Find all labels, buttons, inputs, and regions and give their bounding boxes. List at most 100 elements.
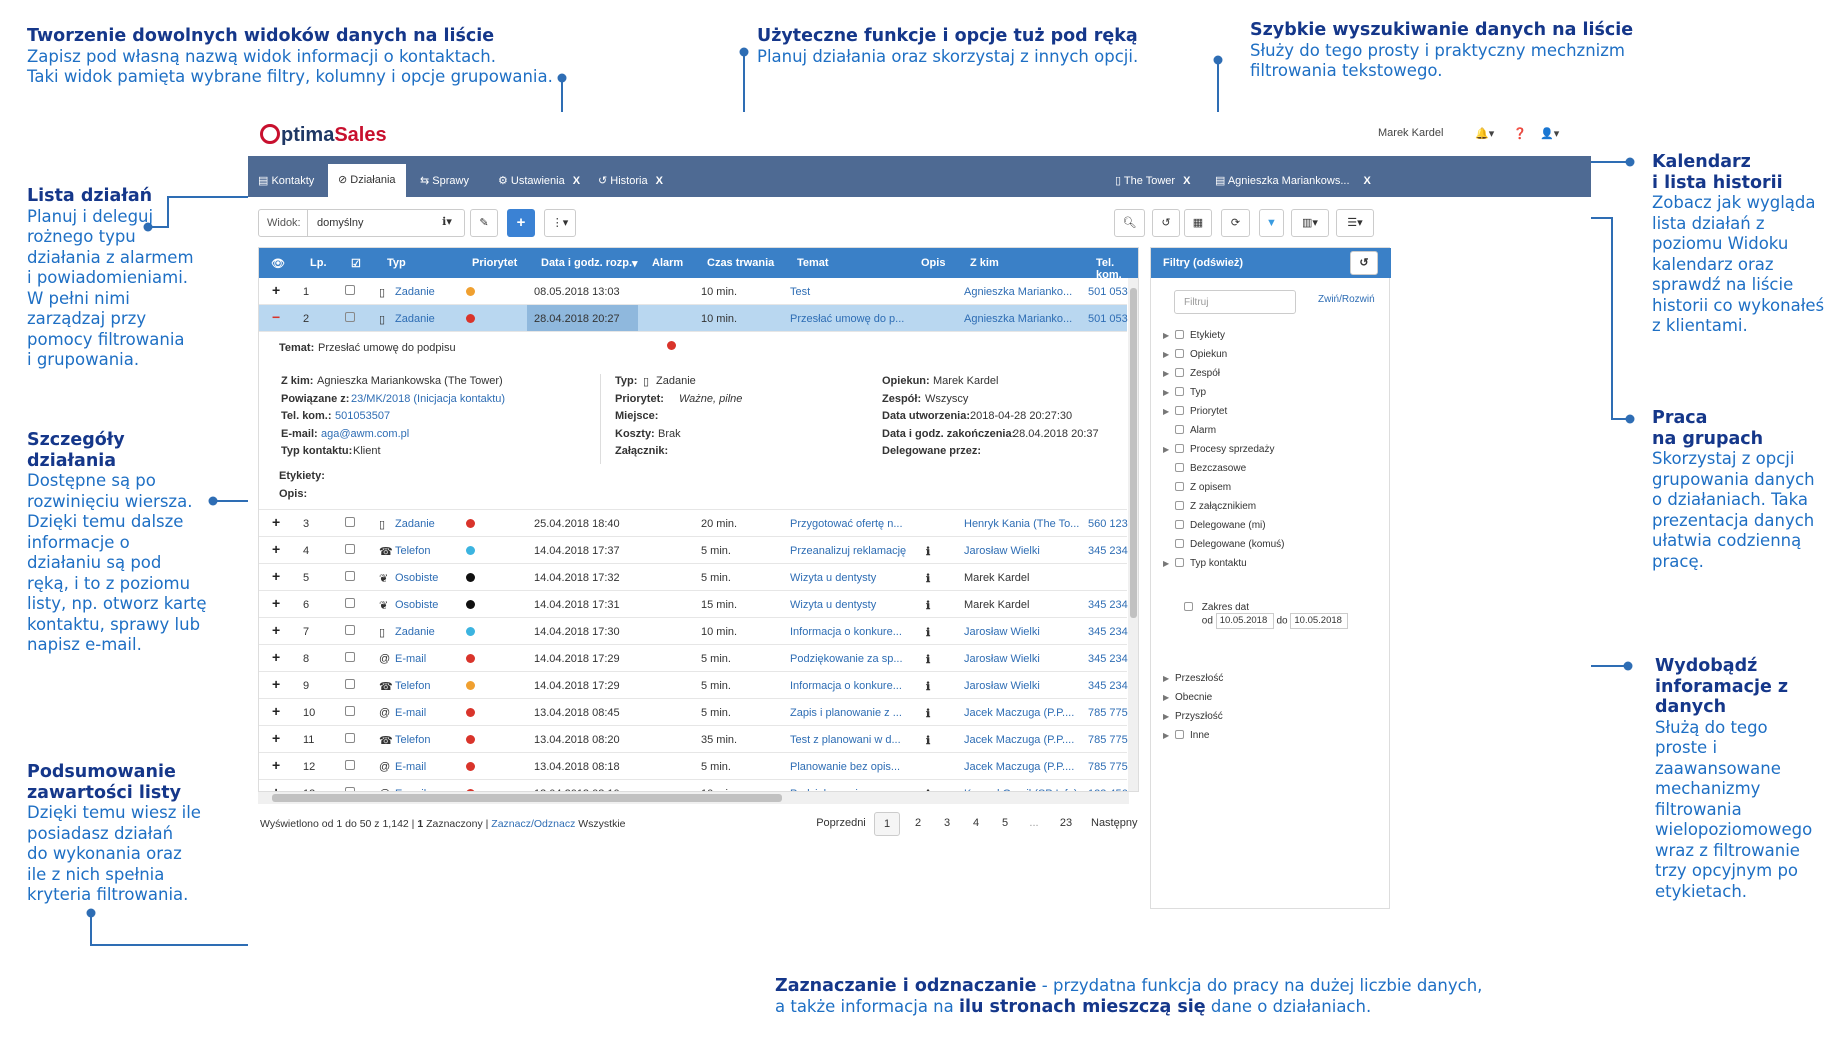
phone-cell[interactable]: 560 123	[1088, 518, 1128, 530]
col-priorytet[interactable]: Priorytet	[472, 257, 517, 269]
expand-toggle[interactable]: +	[272, 730, 280, 746]
topic-link[interactable]: Zapis i planowanie z ...	[790, 707, 902, 719]
check-all-icon[interactable]: ☑	[351, 257, 361, 270]
info-icon[interactable]: ℹ	[926, 572, 930, 585]
type-link[interactable]: Zadanie	[395, 626, 435, 638]
topic-link[interactable]: Przesłać umowę do p...	[790, 313, 904, 325]
close-icon[interactable]: X	[656, 175, 663, 187]
col-alarm[interactable]: Alarm	[652, 257, 683, 269]
col-data[interactable]: Data i godz. rozp.	[541, 257, 632, 269]
filter-checkbox[interactable]	[1175, 463, 1184, 472]
info-icon[interactable]: ℹ	[926, 545, 930, 558]
expand-toggle[interactable]: +	[272, 595, 280, 611]
pagination-page[interactable]: 2	[906, 812, 930, 836]
expand-toggle[interactable]: +	[272, 568, 280, 584]
type-link[interactable]: Telefon	[395, 680, 430, 692]
time-filter-item[interactable]: ▶ Inne	[1163, 730, 1209, 741]
row-checkbox[interactable]	[345, 760, 355, 770]
eye-icon[interactable]: 👁︎	[271, 257, 285, 270]
col-zkim[interactable]: Z kim	[970, 257, 999, 269]
contact-cell[interactable]: Jarosław Wielki	[964, 626, 1040, 638]
close-icon[interactable]: X	[1364, 175, 1371, 187]
pagination-next[interactable]: Następny	[1091, 812, 1137, 836]
contact-cell[interactable]: Jacek Maczuga (P.P....	[964, 707, 1074, 719]
tab-kontakty[interactable]: ▤ Kontakty	[248, 166, 324, 197]
pencil-icon[interactable]: ✎	[470, 209, 498, 237]
filter-checkbox[interactable]	[1175, 501, 1184, 510]
filter-item[interactable]: ▶ Procesy sprzedaży	[1163, 444, 1274, 455]
expand-arrow-icon[interactable]: ▶	[1163, 350, 1175, 359]
table-row[interactable]: +11 ☎ Telefon 13.04.2018 08:20 35 min. Test z…	[259, 726, 1128, 753]
topic-link[interactable]: Informacja o konkure...	[790, 680, 902, 692]
expand-arrow-icon[interactable]: ▶	[1163, 674, 1175, 683]
table-row[interactable]: +8 @ E-mail 14.04.2018 17:29 5 min. Podziękow…	[259, 645, 1128, 672]
detail-link[interactable]: aga@awm.com.pl	[321, 428, 409, 440]
type-link[interactable]: Zadanie	[395, 313, 435, 325]
expand-toggle[interactable]: +	[272, 784, 280, 791]
tab-historia[interactable]: ↺ Historia X	[588, 166, 673, 197]
row-checkbox[interactable]	[345, 517, 355, 527]
row-checkbox[interactable]	[345, 285, 355, 295]
row-checkbox[interactable]	[345, 706, 355, 716]
filter-item[interactable]: ▶ Typ	[1163, 387, 1206, 398]
filter-checkbox[interactable]	[1175, 482, 1184, 491]
pagination-page[interactable]: 4	[964, 812, 988, 836]
topic-link[interactable]: Podziękowanie za sp...	[790, 653, 903, 665]
col-opis[interactable]: Opis	[921, 257, 945, 269]
tab-sprawy[interactable]: ⇆ Sprawy	[410, 166, 479, 197]
filter-checkbox[interactable]	[1175, 730, 1184, 739]
options-menu-icon[interactable]: ⋮▾	[544, 209, 576, 237]
pagination-page[interactable]: 1	[874, 812, 900, 836]
row-checkbox[interactable]	[345, 312, 355, 322]
vertical-scrollbar[interactable]	[1128, 278, 1138, 791]
tab-dzialania[interactable]: ⊘ Działania	[328, 164, 406, 197]
type-link[interactable]: Zadanie	[395, 518, 435, 530]
filter-item[interactable]: ▶ Priorytet	[1163, 406, 1227, 417]
row-checkbox[interactable]	[345, 679, 355, 689]
type-link[interactable]: Telefon	[395, 545, 430, 557]
scroll-thumb[interactable]	[272, 794, 782, 802]
info-icon[interactable]: ℹ	[926, 707, 930, 720]
filter-item[interactable]: Alarm	[1163, 425, 1216, 436]
phone-cell[interactable]: 345 234	[1088, 545, 1128, 557]
phone-cell[interactable]: 345 234	[1088, 599, 1128, 611]
info-dropdown-icon[interactable]: ℹ▾	[428, 209, 466, 237]
info-icon[interactable]: ℹ	[926, 734, 930, 747]
filter-item[interactable]: Z opisem	[1163, 482, 1231, 493]
expand-toggle[interactable]: −	[272, 309, 280, 325]
add-button[interactable]: +	[507, 209, 535, 237]
filter-checkbox[interactable]	[1175, 558, 1184, 567]
type-link[interactable]: E-mail	[395, 761, 426, 773]
filter-checkbox[interactable]	[1175, 406, 1184, 415]
info-icon[interactable]: ℹ	[926, 653, 930, 666]
expand-arrow-icon[interactable]: ▶	[1163, 731, 1175, 740]
refresh-icon[interactable]: ⟳	[1221, 209, 1250, 237]
expand-toggle[interactable]: +	[272, 282, 280, 298]
columns-icon[interactable]: ▥▾	[1291, 209, 1329, 237]
tab-ustawienia[interactable]: ⚙ Ustawienia X	[488, 166, 590, 197]
filters-title[interactable]: Filtry (odśwież)	[1163, 257, 1243, 269]
filter-checkbox[interactable]	[1175, 425, 1184, 434]
help-icon[interactable]: ❓	[1513, 127, 1527, 140]
table-row[interactable]: +9 ☎ Telefon 14.04.2018 17:29 5 min. Informac…	[259, 672, 1128, 699]
filter-item[interactable]: ▶ Opiekun	[1163, 349, 1227, 360]
filter-checkbox[interactable]	[1175, 368, 1184, 377]
date-from-input[interactable]: 10.05.2018	[1215, 613, 1274, 629]
table-row[interactable]: +7 ▯ Zadanie 14.04.2018 17:30 10 min. Informa…	[259, 618, 1128, 645]
close-icon[interactable]: X	[573, 175, 580, 187]
row-checkbox[interactable]	[345, 733, 355, 743]
topic-link[interactable]: Wizyta u dentysty	[790, 599, 876, 611]
group-list-icon[interactable]: ☰▾	[1336, 209, 1374, 237]
filter-search-input[interactable]: Filtruj	[1174, 290, 1296, 314]
filter-checkbox[interactable]	[1175, 330, 1184, 339]
phone-cell[interactable]: 501 053	[1088, 313, 1128, 325]
reset-icon[interactable]: ↺	[1350, 251, 1378, 275]
filter-item[interactable]: ▶ Zespół	[1163, 368, 1220, 379]
type-link[interactable]: Osobiste	[395, 599, 438, 611]
phone-cell[interactable]: 345 234	[1088, 680, 1128, 692]
tab-the-tower[interactable]: ▯ The Tower X	[1105, 166, 1200, 197]
phone-cell[interactable]: 501 053	[1088, 286, 1128, 298]
pagination-page[interactable]: 5	[993, 812, 1017, 836]
contact-cell[interactable]: Jarosław Wielki	[964, 653, 1040, 665]
table-row[interactable]: +13@E-mail13.04.2018 08:1010 min.Podzięk…	[259, 780, 1128, 791]
